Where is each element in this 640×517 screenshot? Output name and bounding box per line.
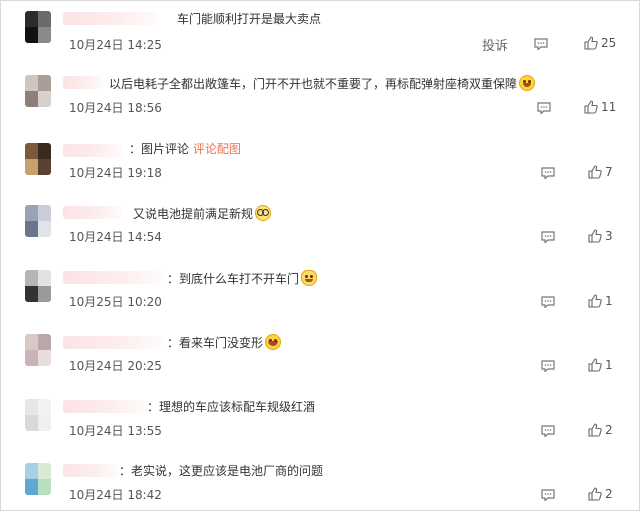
comment-text: ：理想的车应该标配车规级红酒	[147, 399, 315, 415]
avatar[interactable]	[25, 11, 51, 43]
username-blurred[interactable]	[63, 400, 147, 413]
like-button[interactable]: 7	[588, 165, 613, 179]
comment-time: 10月24日 18:42	[69, 488, 162, 502]
username-blurred[interactable]	[63, 336, 163, 349]
comment-text: ：图片评论 评论配图	[129, 141, 241, 157]
comment-item: ：理想的车应该标配车规级红酒 10月24日 13:55 2	[1, 389, 640, 453]
comment-time: 10月24日 13:55	[69, 424, 162, 438]
comment-text: 车门能顺利打开是最大卖点	[177, 11, 321, 27]
avatar[interactable]	[25, 463, 51, 495]
comment-time: 10月24日 19:18	[69, 166, 162, 180]
comment-icon[interactable]	[541, 296, 555, 308]
like-count: 25	[601, 36, 617, 50]
like-count: 7	[605, 165, 613, 179]
avatar[interactable]	[25, 143, 51, 175]
report-button[interactable]: 投诉	[482, 35, 508, 54]
comment-item: 车门能顺利打开是最大卖点 10月24日 14:25 投诉 25	[1, 1, 640, 65]
comment-item: ：看来车门没变形 10月24日 20:25 1	[1, 324, 640, 388]
comment-body: 看来车门没变形	[179, 336, 264, 350]
like-count: 2	[605, 423, 613, 437]
comment-icon[interactable]	[541, 360, 555, 372]
comment-text: 以后电耗子全都出敞篷车，门开不开也就不重要了，再标配弹射座椅双重保障	[109, 75, 536, 92]
grin-emoji	[265, 334, 282, 350]
username-blurred[interactable]	[63, 464, 119, 477]
cat-emoji	[301, 270, 318, 286]
thumbs-up-icon	[588, 423, 602, 437]
comment-time: 10月25日 10:20	[69, 295, 162, 309]
comment-text: ：到底什么车打不开车门	[167, 270, 318, 287]
comment-time: 10月24日 14:54	[69, 230, 162, 244]
comment-body: 车门能顺利打开是最大卖点	[177, 12, 322, 26]
thumbs-up-icon	[588, 229, 602, 243]
like-count: 1	[605, 294, 613, 308]
like-button[interactable]: 3	[588, 229, 613, 243]
username-blurred[interactable]	[63, 271, 163, 284]
like-count: 3	[605, 229, 613, 243]
username-blurred[interactable]	[63, 144, 123, 157]
comment-icon[interactable]	[541, 231, 555, 243]
separator: ：	[129, 142, 142, 156]
avatar[interactable]	[25, 205, 51, 237]
comment-icon[interactable]	[541, 425, 555, 437]
comment-text: ：看来车门没变形	[167, 334, 282, 351]
image-link[interactable]: 评论配图	[193, 142, 241, 156]
thumbs-up-icon	[588, 165, 602, 179]
comment-text: 又说电池提前满足新规	[133, 205, 272, 222]
like-button[interactable]: 25	[584, 36, 616, 50]
comment-body: 图片评论	[141, 142, 190, 156]
comment-item: 又说电池提前满足新规 10月24日 14:54 3	[1, 195, 640, 259]
comment-list: 车门能顺利打开是最大卖点 10月24日 14:25 投诉 25 以后电耗子全都出…	[0, 0, 640, 511]
comment-body: 又说电池提前满足新规	[133, 207, 254, 221]
thumbs-up-icon	[584, 100, 598, 114]
like-button[interactable]: 11	[584, 100, 616, 114]
comment-icon[interactable]	[534, 38, 548, 50]
avatar[interactable]	[25, 75, 51, 107]
comment-icon[interactable]	[541, 489, 555, 501]
comment-item: 以后电耗子全都出敞篷车，门开不开也就不重要了，再标配弹射座椅双重保障 10月24…	[1, 65, 640, 129]
comment-icon[interactable]	[537, 102, 551, 114]
thumbs-up-icon	[584, 36, 598, 50]
comment-body: 理想的车应该标配车规级红酒	[159, 400, 316, 414]
thumbs-up-icon	[588, 487, 602, 501]
like-button[interactable]: 2	[588, 423, 613, 437]
avatar[interactable]	[25, 334, 51, 366]
like-button[interactable]: 1	[588, 294, 613, 308]
comment-item: ：图片评论 评论配图 10月24日 19:18 7	[1, 131, 640, 195]
separator: ：	[167, 336, 180, 350]
comment-body: 到底什么车打不开车门	[179, 272, 300, 286]
laughing-tears-emoji	[519, 75, 536, 91]
like-count: 11	[601, 100, 617, 114]
comment-item: ：老实说，这更应该是电池厂商的问题 10月24日 18:42 2	[1, 453, 640, 517]
comment-body: 以后电耗子全都出敞篷车，门开不开也就不重要了，再标配弹射座椅双重保障	[109, 77, 518, 91]
username-blurred[interactable]	[63, 12, 159, 25]
comment-body: 老实说，这更应该是电池厂商的问题	[131, 464, 324, 478]
comment-item: ：到底什么车打不开车门 10月25日 10:20 1	[1, 260, 640, 324]
like-button[interactable]: 1	[588, 358, 613, 372]
avatar[interactable]	[25, 270, 51, 302]
comment-icon[interactable]	[541, 167, 555, 179]
username-blurred[interactable]	[63, 206, 123, 219]
comment-time: 10月24日 14:25	[69, 38, 162, 52]
like-button[interactable]: 2	[588, 487, 613, 501]
separator: ：	[119, 464, 132, 478]
thumbs-up-icon	[588, 294, 602, 308]
username-blurred[interactable]	[63, 76, 103, 89]
comment-time: 10月24日 18:56	[69, 101, 162, 115]
separator: ：	[147, 400, 160, 414]
comment-text: ：老实说，这更应该是电池厂商的问题	[119, 463, 323, 479]
comment-time: 10月24日 20:25	[69, 359, 162, 373]
separator: ：	[167, 272, 180, 286]
avatar[interactable]	[25, 399, 51, 431]
like-count: 2	[605, 487, 613, 501]
thumbs-up-icon	[588, 358, 602, 372]
like-count: 1	[605, 358, 613, 372]
glasses-emoji	[255, 205, 272, 221]
